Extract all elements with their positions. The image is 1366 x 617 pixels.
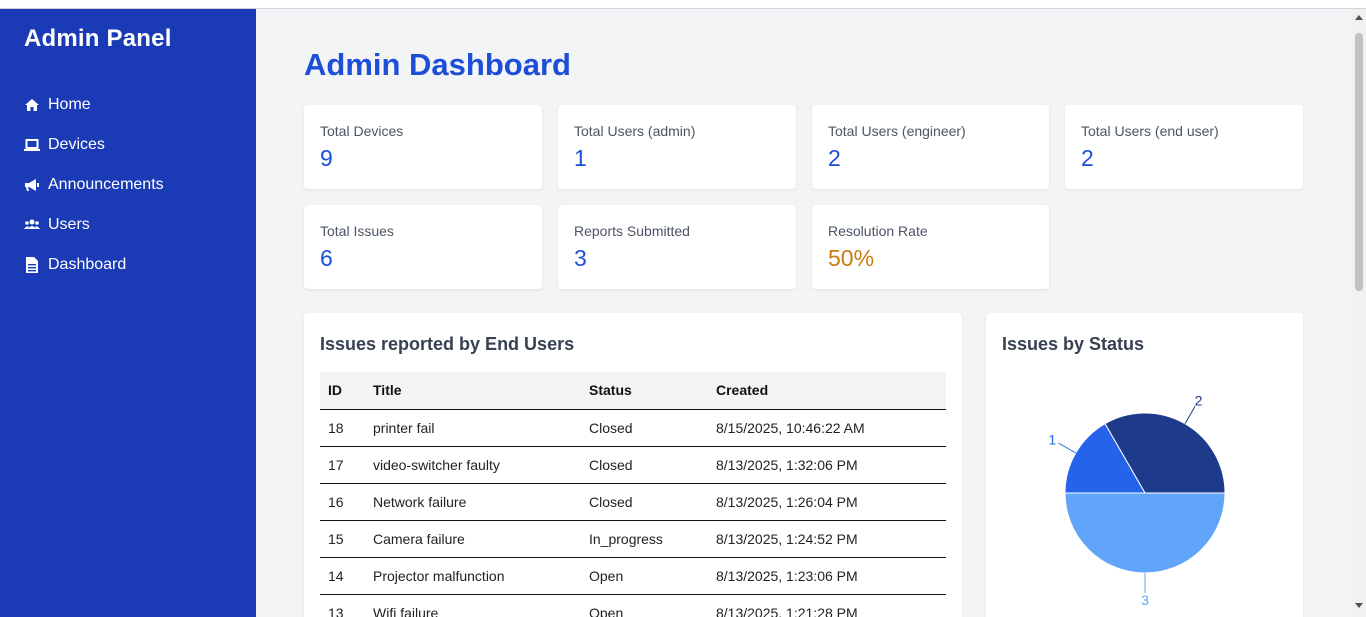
panel-title: Issues reported by End Users [320, 334, 575, 354]
browser-top-edge [0, 0, 1366, 9]
cell-created: 8/13/2025, 1:23:06 PM [708, 557, 946, 595]
column-header-created: Created [708, 372, 946, 410]
cell-created: 8/13/2025, 1:21:28 PM [708, 594, 946, 617]
sidebar-item-label: Users [48, 216, 90, 233]
stat-value: 50% [828, 245, 875, 271]
cell-id: 18 [320, 409, 365, 447]
cell-title: Camera failure [365, 520, 581, 558]
cell-title: video-switcher faulty [365, 446, 581, 484]
cell-status: Open [581, 557, 708, 595]
stat-value: 1 [574, 145, 587, 171]
table-row[interactable]: 15 Camera failure In_progress 8/13/2025,… [320, 520, 946, 558]
cell-created: 8/13/2025, 1:26:04 PM [708, 483, 946, 521]
stat-card-total-users-end-user: Total Users (end user) 2 [1065, 105, 1303, 189]
sidebar-item-label: Home [48, 96, 91, 113]
stat-label: Total Users (end user) [1081, 123, 1219, 139]
pie-label-leader-line [1184, 406, 1196, 424]
scroll-down-arrow-icon[interactable] [1355, 603, 1363, 608]
sidebar-item-devices[interactable]: Devices [24, 125, 164, 165]
stat-card-total-issues: Total Issues 6 [304, 205, 542, 289]
issues-table-panel: Issues reported by End Users ID Title St… [304, 313, 962, 617]
stat-card-reports-submitted: Reports Submitted 3 [558, 205, 796, 289]
stat-value: 3 [574, 245, 587, 271]
scrollbar-thumb[interactable] [1355, 33, 1363, 291]
stat-label: Total Issues [320, 223, 394, 239]
laptop-icon [24, 137, 40, 153]
table-row[interactable]: 18 printer fail Closed 8/15/2025, 10:46:… [320, 409, 946, 447]
cell-title: Projector malfunction [365, 557, 581, 595]
stat-value: 2 [828, 145, 841, 171]
scroll-up-arrow-icon[interactable] [1355, 15, 1363, 20]
status-chart-panel: Issues by Status 213 [986, 313, 1303, 617]
stat-value: 9 [320, 145, 333, 171]
status-pie-chart: 2 1 3 [1048, 392, 1226, 608]
stat-label: Reports Submitted [574, 223, 690, 239]
stat-card-total-devices: Total Devices 9 [304, 105, 542, 189]
cell-created: 8/13/2025, 1:24:52 PM [708, 520, 946, 558]
page-title: Admin Dashboard [304, 47, 571, 82]
page-scrollbar[interactable] [1352, 9, 1366, 617]
pie-slice[interactable] [1064, 492, 1226, 574]
sidebar-item-announcements[interactable]: Announcements [24, 165, 164, 205]
sidebar-item-dashboard[interactable]: Dashboard [24, 245, 164, 285]
cell-id: 15 [320, 520, 365, 558]
stat-card-resolution-rate: Resolution Rate 50% [812, 205, 1049, 289]
cell-status: In_progress [581, 520, 708, 558]
column-header-id: ID [320, 372, 365, 410]
document-icon [24, 257, 40, 273]
pie-data-label: 2 [1195, 392, 1203, 408]
stat-card-total-users-engineer: Total Users (engineer) 2 [812, 105, 1049, 189]
column-header-status: Status [581, 372, 708, 410]
cell-title: Wifi failure [365, 594, 581, 617]
sidebar-title: Admin Panel [24, 25, 172, 52]
cell-status: Open [581, 594, 708, 617]
stat-label: Resolution Rate [828, 223, 928, 239]
sidebar-item-users[interactable]: Users [24, 205, 164, 245]
cell-id: 13 [320, 594, 365, 617]
sidebar: Admin Panel Home Devices Announcements U… [0, 9, 256, 617]
table-row[interactable]: 16 Network failure Closed 8/13/2025, 1:2… [320, 483, 946, 521]
table-header-row: ID Title Status Created [320, 372, 946, 410]
issues-table: ID Title Status Created 18 printer fail … [320, 372, 946, 617]
cell-id: 16 [320, 483, 365, 521]
sidebar-item-label: Devices [48, 136, 105, 153]
sidebar-item-label: Dashboard [48, 256, 127, 273]
sidebar-item-home[interactable]: Home [24, 85, 164, 125]
pie-data-label: 1 [1048, 432, 1056, 448]
cell-status: Closed [581, 483, 708, 521]
sidebar-nav: Home Devices Announcements Users Dashboa… [24, 85, 164, 285]
cell-created: 8/13/2025, 1:32:06 PM [708, 446, 946, 484]
stat-label: Total Users (engineer) [828, 123, 966, 139]
pie-data-label: 3 [1141, 592, 1149, 608]
main-content: Admin Dashboard Total Devices 9 Total Us… [256, 9, 1352, 617]
table-row[interactable]: 14 Projector malfunction Open 8/13/2025,… [320, 557, 946, 595]
users-icon [24, 217, 40, 233]
column-header-title: Title [365, 372, 581, 410]
stat-label: Total Users (admin) [574, 123, 696, 139]
cell-id: 14 [320, 557, 365, 595]
table-row[interactable]: 13 Wifi failure Open 8/13/2025, 1:21:28 … [320, 594, 946, 617]
cell-id: 17 [320, 446, 365, 484]
cell-status: Closed [581, 446, 708, 484]
pie-label-leader-line [1058, 442, 1076, 454]
table-row[interactable]: 17 video-switcher faulty Closed 8/13/202… [320, 446, 946, 484]
stat-label: Total Devices [320, 123, 404, 139]
sidebar-item-label: Announcements [48, 176, 164, 193]
megaphone-icon [24, 177, 40, 193]
stat-value: 2 [1081, 145, 1094, 171]
cell-created: 8/15/2025, 10:46:22 AM [708, 409, 946, 447]
stat-value: 6 [320, 245, 333, 271]
cell-title: printer fail [365, 409, 581, 447]
home-icon [24, 97, 40, 113]
stat-card-total-users-admin: Total Users (admin) 1 [558, 105, 796, 189]
cell-status: Closed [581, 409, 708, 447]
cell-title: Network failure [365, 483, 581, 521]
